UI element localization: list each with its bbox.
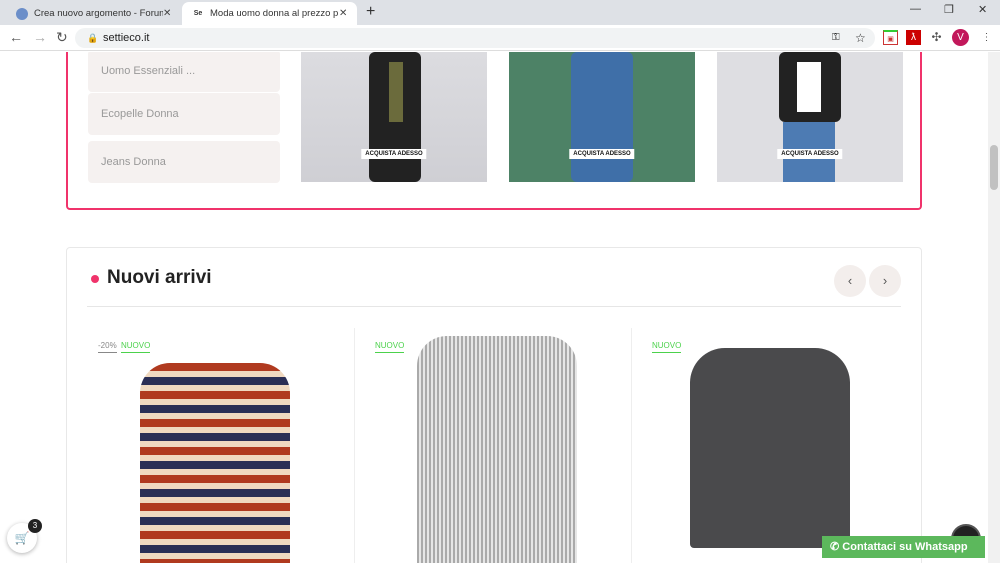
- promo-image-fur-jacket[interactable]: ACQUISTA ADESSO: [717, 52, 903, 182]
- scrollbar[interactable]: [988, 52, 1000, 563]
- promo-section: Uomo Essenziali ... Ecopelle Donna Jeans…: [66, 52, 922, 210]
- accent-dot-icon: [91, 275, 99, 283]
- browser-toolbar: ← → ↻ 🔒 settieco.it ⚿ ☆ ▣ ƛ ✣ V ⋮: [0, 25, 1000, 51]
- puzzle-icon[interactable]: ✣: [929, 30, 944, 45]
- divider: [87, 306, 901, 307]
- extension-icon[interactable]: ▣: [883, 30, 898, 45]
- whatsapp-icon: ✆: [830, 541, 843, 553]
- new-badge: NUOVO: [652, 341, 682, 353]
- category-ecopelle-donna[interactable]: Ecopelle Donna: [88, 93, 280, 135]
- section-title: Nuovi arrivi: [107, 267, 212, 288]
- discount-badge: -20%: [98, 341, 117, 353]
- address-bar[interactable]: 🔒 settieco.it ⚿ ☆: [75, 28, 875, 48]
- promo-image-denim-jacket[interactable]: ACQUISTA ADESSO: [509, 52, 695, 182]
- close-window-button[interactable]: ✕: [978, 3, 987, 16]
- settieco-favicon-icon: Se: [193, 10, 203, 17]
- new-tab-button[interactable]: +: [366, 3, 375, 21]
- new-arrivals-section: Nuovi arrivi ‹ › -20% NUOVO NUOVO NUOVO: [66, 247, 922, 563]
- product-card[interactable]: NUOVO: [355, 328, 632, 563]
- product-image-striped-shirt[interactable]: [417, 336, 577, 563]
- tab-bar: Crea nuovo argomento - Forum I ✕ Se Moda u…: [0, 0, 1000, 25]
- product-card[interactable]: -20% NUOVO: [78, 328, 355, 563]
- shop-now-button[interactable]: ACQUISTA ADESSO: [361, 149, 427, 159]
- product-image-striped-sweater[interactable]: [140, 363, 290, 563]
- lock-icon: 🔒: [87, 33, 99, 43]
- category-jeans-donna[interactable]: Jeans Donna: [88, 141, 280, 183]
- forward-button[interactable]: →: [33, 29, 47, 45]
- shop-now-button[interactable]: ACQUISTA ADESSO: [569, 149, 635, 159]
- menu-icon[interactable]: ⋮: [979, 30, 994, 45]
- close-tab-icon[interactable]: ✕: [339, 8, 357, 19]
- shop-now-button[interactable]: ACQUISTA ADESSO: [777, 149, 843, 159]
- forum-favicon-icon: [16, 7, 28, 20]
- whatsapp-button[interactable]: ✆ Contattaci su Whatsapp: [822, 536, 985, 558]
- product-card[interactable]: NUOVO: [632, 328, 909, 563]
- reload-button[interactable]: ↻: [56, 29, 68, 46]
- category-uomo-essenziali[interactable]: Uomo Essenziali ...: [88, 52, 280, 92]
- tab-forum[interactable]: Crea nuovo argomento - Forum I ✕: [6, 2, 181, 25]
- star-icon[interactable]: ☆: [855, 28, 866, 48]
- minimize-button[interactable]: —: [910, 3, 921, 15]
- new-badge: NUOVO: [121, 341, 151, 353]
- prev-button[interactable]: ‹: [834, 265, 866, 297]
- tab-settieco[interactable]: Se Moda uomo donna al prezzo più ✕: [182, 2, 357, 25]
- product-image-blazer[interactable]: [690, 348, 850, 548]
- profile-avatar[interactable]: V: [952, 29, 969, 46]
- cart-count-badge: 3: [28, 519, 42, 533]
- new-badge: NUOVO: [375, 341, 405, 353]
- key-icon[interactable]: ⚿: [832, 28, 840, 48]
- close-tab-icon[interactable]: ✕: [163, 8, 181, 19]
- promo-image-leather-jacket[interactable]: ACQUISTA ADESSO: [301, 52, 487, 182]
- scrollbar-thumb[interactable]: [990, 145, 998, 190]
- maximize-button[interactable]: ❐: [944, 3, 954, 16]
- page-content: Uomo Essenziali ... Ecopelle Donna Jeans…: [0, 52, 988, 563]
- pdf-extension-icon[interactable]: ƛ: [906, 30, 921, 45]
- cart-icon: 🛒: [14, 531, 30, 545]
- back-button[interactable]: ←: [9, 29, 23, 45]
- next-button[interactable]: ›: [869, 265, 901, 297]
